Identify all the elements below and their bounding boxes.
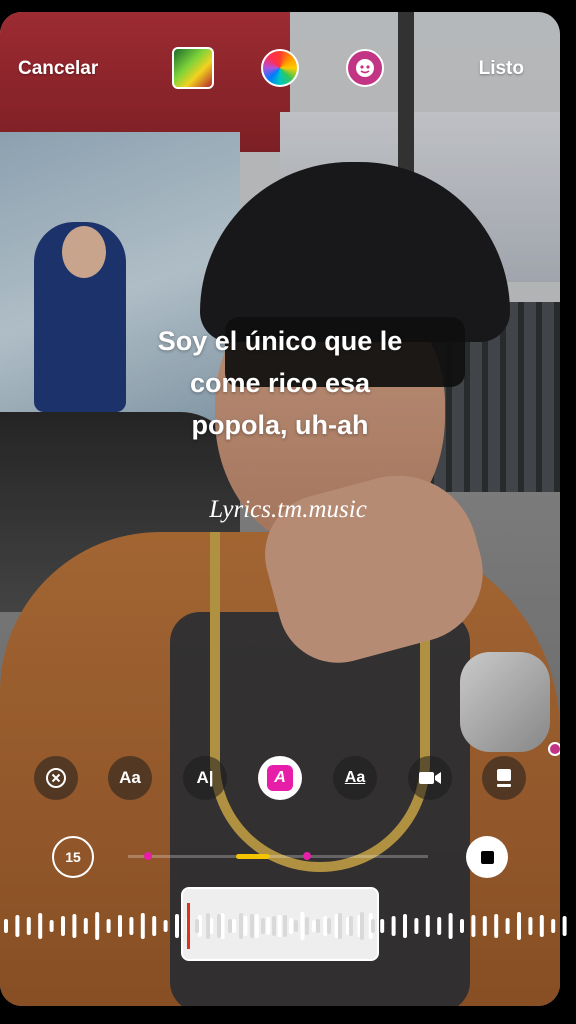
waveform-bar	[261, 918, 265, 934]
color-dot-icon[interactable]	[548, 742, 560, 756]
font-style-label: A|	[196, 768, 214, 787]
waveform-bar	[380, 919, 385, 933]
waveform-bar	[61, 916, 65, 936]
selected-waveform	[195, 912, 375, 940]
track-position-indicator[interactable]	[236, 854, 270, 859]
cancel-button[interactable]: Cancelar	[18, 58, 98, 80]
waveform-bar	[272, 916, 276, 936]
waveform-bar	[239, 913, 243, 939]
waveform-bar	[505, 918, 510, 934]
waveform-bar	[437, 917, 442, 935]
waveform-bar	[15, 915, 20, 937]
waveform-bar	[448, 913, 453, 939]
track-marker	[303, 852, 311, 860]
font-case-button[interactable]: Aa	[108, 756, 152, 800]
waveform-bar	[26, 917, 31, 935]
waveform-bar	[195, 919, 199, 933]
waveform-bar	[129, 917, 134, 935]
highlight-label: A	[267, 765, 293, 791]
waveform-bar	[414, 918, 419, 934]
waveform-bar	[327, 918, 331, 934]
close-circle-icon	[46, 768, 66, 788]
waveform-bar	[539, 915, 544, 937]
clip-track	[128, 855, 428, 858]
album-cover-icon[interactable]	[172, 47, 214, 89]
waveform-bar	[562, 916, 567, 936]
waveform-bar	[250, 914, 254, 938]
waveform-bar	[494, 914, 499, 938]
playhead	[187, 903, 190, 949]
waveform-bar	[482, 916, 487, 936]
video-layout-button[interactable]	[408, 756, 452, 800]
underline-style-button[interactable]: Aa	[333, 756, 377, 800]
waveform-bar	[206, 913, 210, 939]
waveform-bar	[228, 919, 232, 933]
waveform-bar	[371, 919, 375, 933]
lyrics-line: Soy el único que le	[157, 326, 403, 356]
video-icon	[419, 772, 441, 784]
waveform-bar	[118, 915, 122, 937]
waveform-bar	[349, 916, 353, 936]
waveform-bar	[471, 915, 476, 937]
waveform-bar	[4, 919, 8, 933]
waveform-bar	[72, 914, 77, 938]
waveform-bar	[217, 914, 221, 938]
lyrics-line: popola, uh-ah	[191, 410, 369, 440]
waveform-bar	[83, 918, 88, 934]
waveform-bar	[316, 919, 320, 933]
underline-label: Aa	[344, 769, 366, 786]
waveform-bar	[360, 912, 364, 940]
done-button[interactable]: Listo	[479, 58, 524, 80]
waveform-bar	[140, 913, 145, 939]
waveform-bar	[391, 916, 396, 936]
waveform-bar	[106, 919, 111, 933]
duration-button[interactable]: 15	[52, 836, 94, 878]
stop-button[interactable]	[466, 836, 508, 878]
waveform-bar	[425, 915, 430, 937]
waveform-bar	[528, 917, 533, 935]
waveform-bar	[95, 912, 100, 940]
lyrics-line: come rico esa	[189, 368, 371, 398]
face-sticker-icon[interactable]	[346, 49, 384, 87]
waveform-bar	[305, 917, 309, 935]
waveform-bar	[338, 913, 342, 939]
waveform-bar	[403, 914, 407, 938]
waveform-bar	[38, 913, 43, 939]
duration-label: 15	[65, 849, 81, 865]
waveform-bar	[517, 912, 521, 940]
track-marker	[144, 852, 152, 860]
waveform-bar	[49, 920, 54, 932]
highlight-style-button[interactable]: A	[258, 756, 302, 800]
waveform-bar	[283, 915, 287, 937]
watermark-text: Lyrics.tm.music	[209, 496, 367, 523]
font-case-label: Aa	[119, 768, 141, 787]
card-layout-button[interactable]	[482, 756, 526, 800]
card-icon	[497, 769, 511, 787]
waveform-bar	[294, 920, 298, 932]
waveform-bar	[460, 919, 464, 933]
lyrics-text[interactable]: Soy el único que le come rico esa popola…	[0, 320, 560, 446]
color-wheel-icon[interactable]	[261, 49, 299, 87]
remove-lyrics-button[interactable]	[34, 756, 78, 800]
waveform-bar	[551, 919, 556, 933]
waveform-bar	[163, 920, 168, 932]
clip-selector[interactable]	[181, 887, 379, 961]
waveform-bar	[152, 916, 157, 936]
font-style-button[interactable]: A|	[183, 756, 227, 800]
stop-icon	[480, 850, 494, 864]
waveform-bar	[175, 914, 179, 938]
